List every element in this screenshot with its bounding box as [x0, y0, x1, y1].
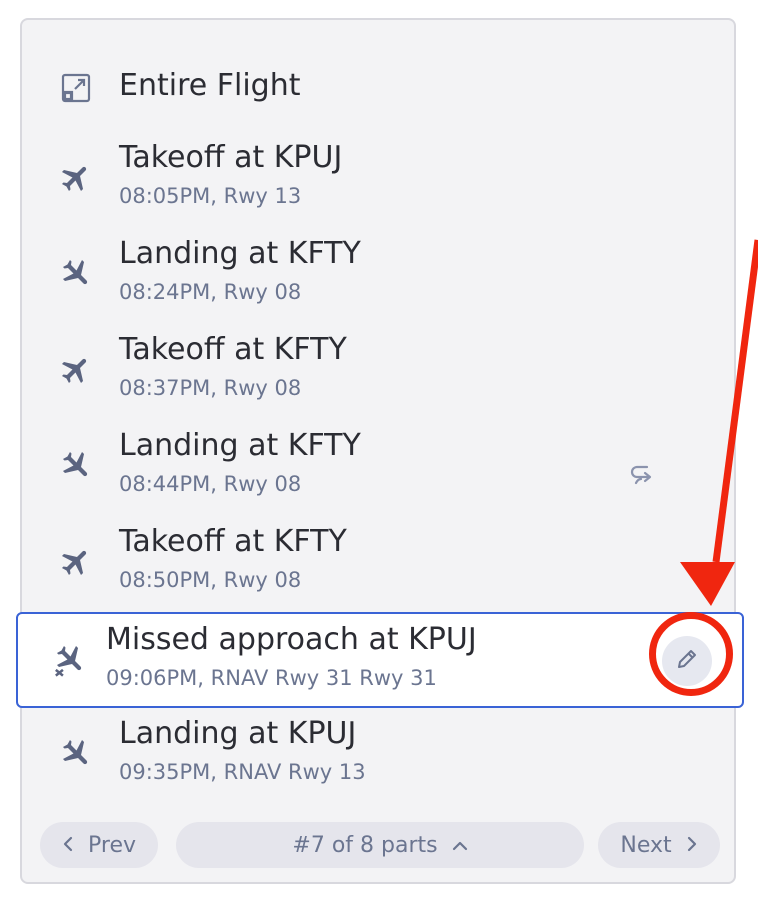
flight-part-title: Landing at KFTY: [119, 428, 361, 463]
prev-label: Prev: [88, 832, 136, 858]
landing-icon: [56, 446, 96, 486]
entire-flight-item[interactable]: Entire Flight: [22, 62, 736, 114]
flight-part-item[interactable]: Takeoff at KPUJ 08:05PM, Rwy 13: [22, 136, 736, 232]
landing-icon: [56, 254, 96, 294]
flight-parts-panel: Entire Flight Takeoff at KPUJ 08:05PM, R…: [16, 18, 744, 884]
takeoff-icon: [56, 542, 96, 582]
flight-part-time: 09:35PM, RNAV Rwy 13: [119, 760, 366, 784]
flight-part-time: 08:24PM, Rwy 08: [119, 280, 302, 304]
parts-label: #7 of 8 parts: [292, 832, 438, 858]
loop-icon[interactable]: [622, 453, 662, 493]
takeoff-icon: [56, 158, 96, 198]
flight-part-title: Landing at KPUJ: [119, 716, 357, 751]
flight-part-title: Takeoff at KFTY: [119, 332, 347, 367]
next-button[interactable]: Next: [598, 822, 720, 868]
parts-selector[interactable]: #7 of 8 parts: [176, 822, 584, 868]
flight-part-title: Landing at KFTY: [119, 236, 361, 271]
flight-part-time: 08:05PM, Rwy 13: [119, 184, 302, 208]
chevron-up-icon: [452, 833, 468, 858]
annotation-circle: [649, 612, 733, 696]
flight-part-time: 08:44PM, Rwy 08: [119, 472, 302, 496]
chevron-right-icon: [686, 833, 698, 858]
flight-part-time: 08:50PM, Rwy 08: [119, 568, 302, 592]
expand-icon: [56, 68, 96, 108]
selected-flight-part-item[interactable]: Missed approach at KPUJ 09:06PM, RNAV Rw…: [16, 612, 744, 708]
flight-part-time: 09:06PM, RNAV Rwy 31 Rwy 31: [106, 666, 437, 690]
next-label: Next: [620, 832, 672, 858]
flight-part-title: Missed approach at KPUJ: [106, 622, 477, 657]
flight-part-item[interactable]: Landing at KFTY 08:24PM, Rwy 08: [22, 232, 736, 328]
prev-button[interactable]: Prev: [40, 822, 158, 868]
flight-part-title: Takeoff at KFTY: [119, 524, 347, 559]
takeoff-icon: [56, 350, 96, 390]
flight-part-time: 08:37PM, Rwy 08: [119, 376, 302, 400]
chevron-left-icon: [62, 833, 74, 858]
landing-icon: [56, 734, 96, 774]
flight-part-item[interactable]: Takeoff at KFTY 08:50PM, Rwy 08: [22, 520, 736, 616]
missed-approach-icon: [50, 640, 90, 680]
entire-flight-label: Entire Flight: [119, 68, 301, 103]
flight-part-item[interactable]: Takeoff at KFTY 08:37PM, Rwy 08: [22, 328, 736, 424]
flight-part-item[interactable]: Landing at KPUJ 09:35PM, RNAV Rwy 13: [22, 712, 736, 808]
flight-part-title: Takeoff at KPUJ: [119, 140, 343, 175]
